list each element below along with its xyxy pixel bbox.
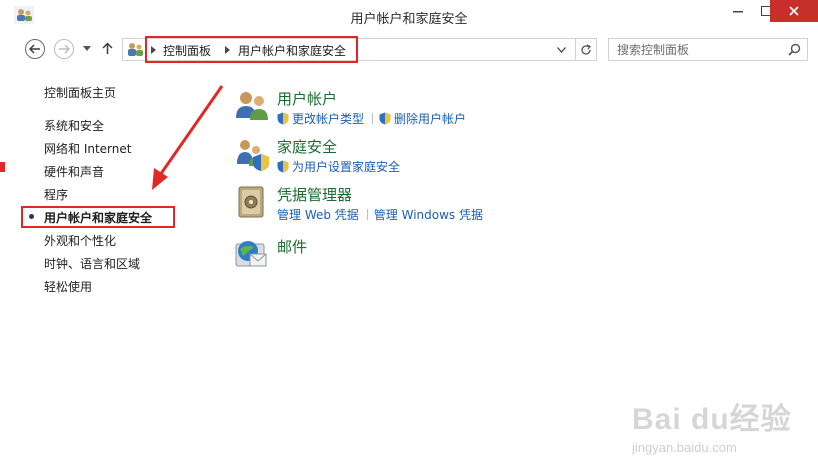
users-icon [236,92,268,120]
watermark-brand: Bai du经验 [632,403,792,436]
category-user-accounts: 用户帐户 更改帐户类型 删除用户帐户 [234,88,634,132]
nav-hardware-sound[interactable]: 硬件和声音 [44,163,104,180]
link-separator [366,209,368,220]
nav-network-internet[interactable]: 网络和 Internet [44,140,131,157]
title-bar: 用户帐户和家庭安全 [0,0,818,32]
navigation-bar: 控制面板 用户帐户和家庭安全 [0,34,818,64]
credential-vault-icon [238,186,264,218]
category-links-user-accounts: 更改帐户类型 删除用户帐户 [277,110,470,127]
search-input[interactable] [617,42,787,58]
category-mail: 邮件 [234,234,634,278]
family-safety-icon [237,140,269,171]
address-history-chevron-down-icon[interactable] [557,47,566,53]
mail-icon [235,241,267,267]
close-icon [789,6,799,16]
category-title-user-accounts[interactable]: 用户帐户 [277,88,337,109]
category-links-family-safety: 为用户设置家庭安全 [277,158,404,175]
nav-appearance-personalization[interactable]: 外观和个性化 [44,232,116,249]
category-title-mail[interactable]: 邮件 [277,236,307,257]
arrow-right-icon [59,44,70,54]
refresh-button[interactable] [575,38,597,61]
category-title-credential-manager[interactable]: 凭据管理器 [277,184,352,205]
link-change-account-type[interactable]: 更改帐户类型 [292,112,364,126]
category-title-family-safety[interactable]: 家庭安全 [277,136,337,157]
nav-programs[interactable]: 程序 [44,186,68,203]
uac-shield-icon [277,112,289,125]
link-remove-user-accounts[interactable]: 删除用户帐户 [394,112,466,126]
annotation-arrow-icon [152,85,224,190]
arrow-left-icon [29,44,40,54]
baidu-watermark: Bai du经验 jingyan.baidu.com [632,394,812,464]
link-manage-web-credentials[interactable]: 管理 Web 凭据 [277,208,359,222]
link-manage-windows-credentials[interactable]: 管理 Windows 凭据 [374,208,483,222]
forward-button[interactable] [54,39,74,59]
uac-shield-icon [379,112,391,125]
uac-shield-icon [277,160,289,173]
minimize-icon [733,11,743,13]
address-bar[interactable]: 控制面板 用户帐户和家庭安全 [122,36,597,63]
nav-system-security[interactable]: 系统和安全 [44,117,104,134]
search-icon[interactable] [788,43,801,56]
nav-ease-of-access[interactable]: 轻松使用 [44,278,92,295]
minimize-button[interactable] [724,0,752,22]
link-set-up-family-safety[interactable]: 为用户设置家庭安全 [292,160,400,174]
category-links-credential-manager: 管理 Web 凭据 管理 Windows 凭据 [277,206,487,223]
search-box[interactable] [608,38,808,61]
nav-clock-language-region[interactable]: 时钟、语言和区域 [44,255,140,272]
edge-red-mark [0,162,5,172]
nav-control-panel-home[interactable]: 控制面板主页 [44,84,116,101]
annotation-highlight-box [145,36,358,63]
category-credential-manager: 凭据管理器 管理 Web 凭据 管理 Windows 凭据 [234,184,634,228]
annotation-highlight-box [21,206,175,228]
up-arrow-icon[interactable] [102,42,113,55]
refresh-icon [581,43,592,55]
window-title: 用户帐户和家庭安全 [350,12,468,27]
close-button[interactable] [770,0,818,22]
recent-locations-chevron-down-icon[interactable] [83,46,91,51]
watermark-url: jingyan.baidu.com [632,440,737,455]
link-separator [372,113,374,124]
back-button[interactable] [25,39,45,59]
category-family-safety: 家庭安全 为用户设置家庭安全 [234,136,634,180]
users-folder-icon [128,43,143,56]
